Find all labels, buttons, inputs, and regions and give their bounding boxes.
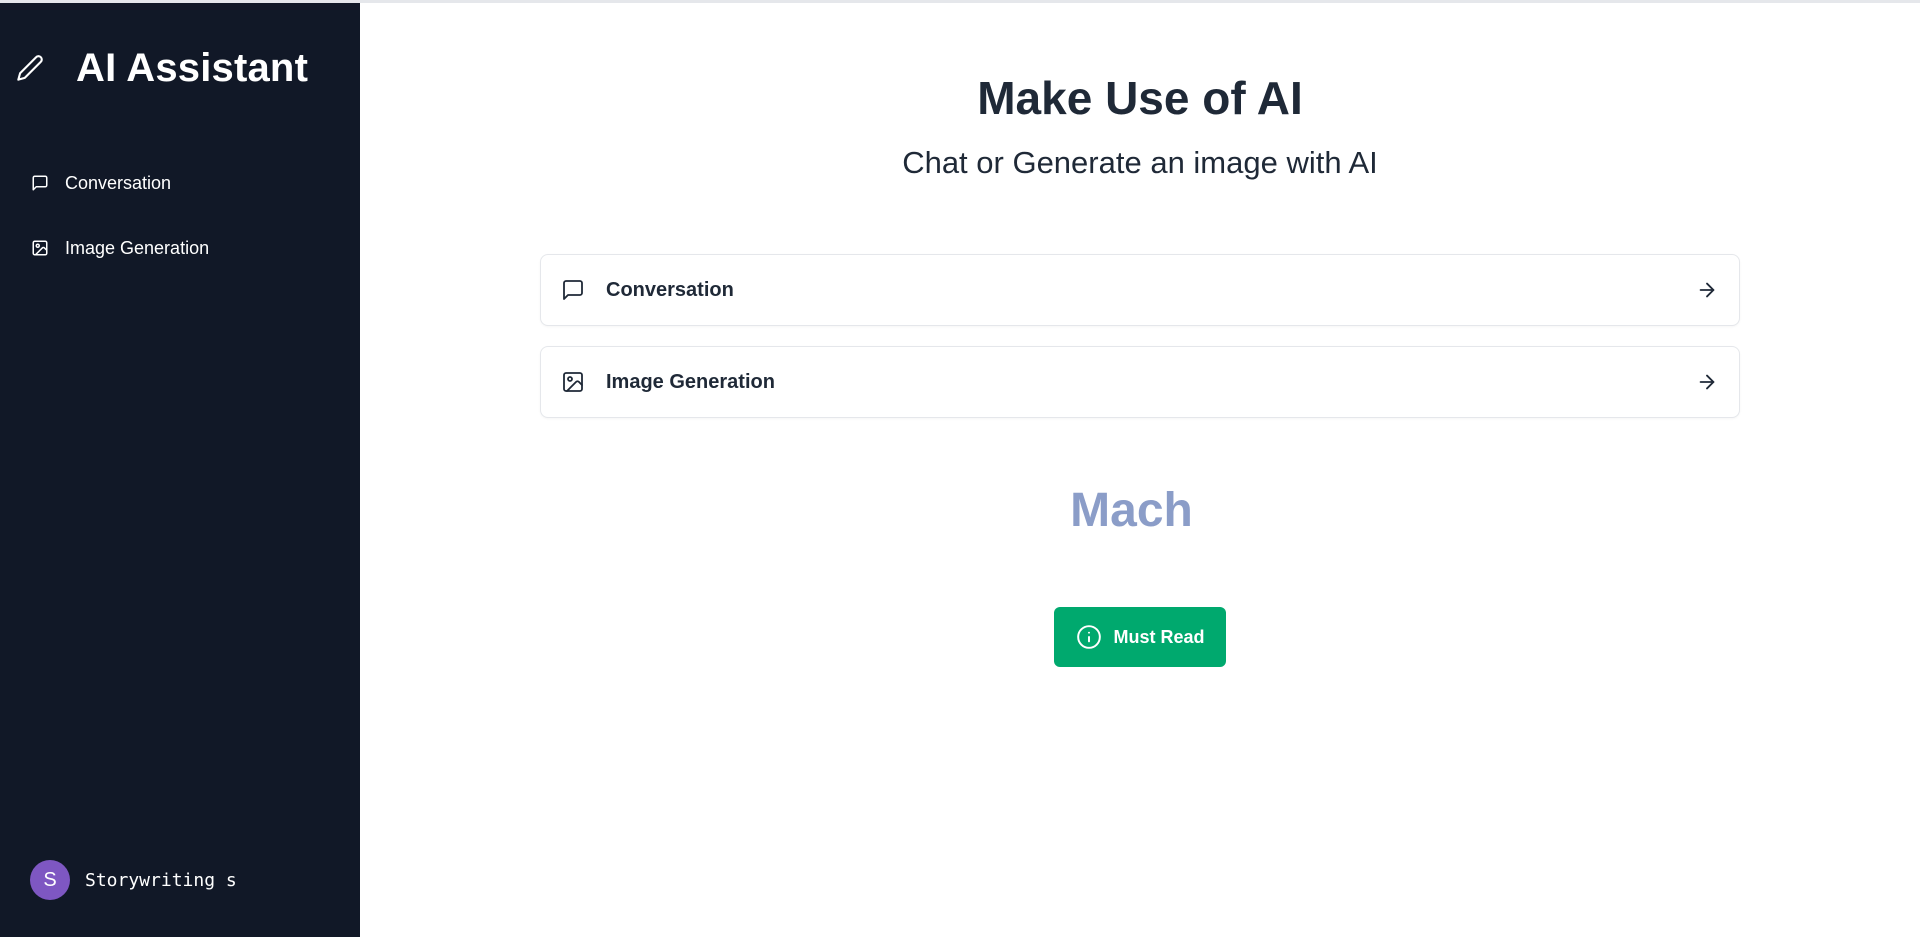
card-label: Image Generation xyxy=(606,370,775,393)
user-name: Storywriting s xyxy=(85,869,237,891)
sidebar-nav: Conversation Image Generation xyxy=(0,163,360,293)
card-label: Conversation xyxy=(606,278,734,301)
brand-text: Mach xyxy=(1070,484,1193,537)
arrow-right-icon[interactable] xyxy=(1695,370,1719,394)
sidebar: AI Assistant Conversation Image Generati… xyxy=(0,3,360,937)
must-read-button[interactable]: Must Read xyxy=(1054,607,1226,667)
info-icon xyxy=(1075,623,1103,651)
pencil-icon xyxy=(14,52,46,84)
sidebar-item-image-generation[interactable]: Image Generation xyxy=(0,228,360,268)
page-title: Make Use of AI xyxy=(977,72,1303,124)
sidebar-item-label: Image Generation xyxy=(65,237,210,258)
avatar[interactable]: S xyxy=(30,860,70,900)
conversation-card[interactable]: Conversation xyxy=(540,254,1740,326)
image-generation-card[interactable]: Image Generation xyxy=(540,346,1740,418)
main-content: Make Use of AI Chat or Generate an image… xyxy=(360,3,1920,937)
user-profile[interactable]: S Storywriting s xyxy=(30,860,237,900)
app-title: AI Assistant xyxy=(76,45,309,90)
sidebar-item-label: Conversation xyxy=(65,172,172,193)
sidebar-item-conversation[interactable]: Conversation xyxy=(0,163,360,203)
image-icon xyxy=(561,370,585,394)
image-icon xyxy=(30,238,50,258)
must-read-label: Must Read xyxy=(1113,626,1205,647)
chat-bubble-icon xyxy=(561,278,585,302)
brand[interactable]: AI Assistant xyxy=(14,43,308,93)
arrow-right-icon[interactable] xyxy=(1695,278,1719,302)
page-subtitle: Chat or Generate an image with AI xyxy=(902,145,1378,180)
chat-bubble-icon xyxy=(30,173,50,193)
